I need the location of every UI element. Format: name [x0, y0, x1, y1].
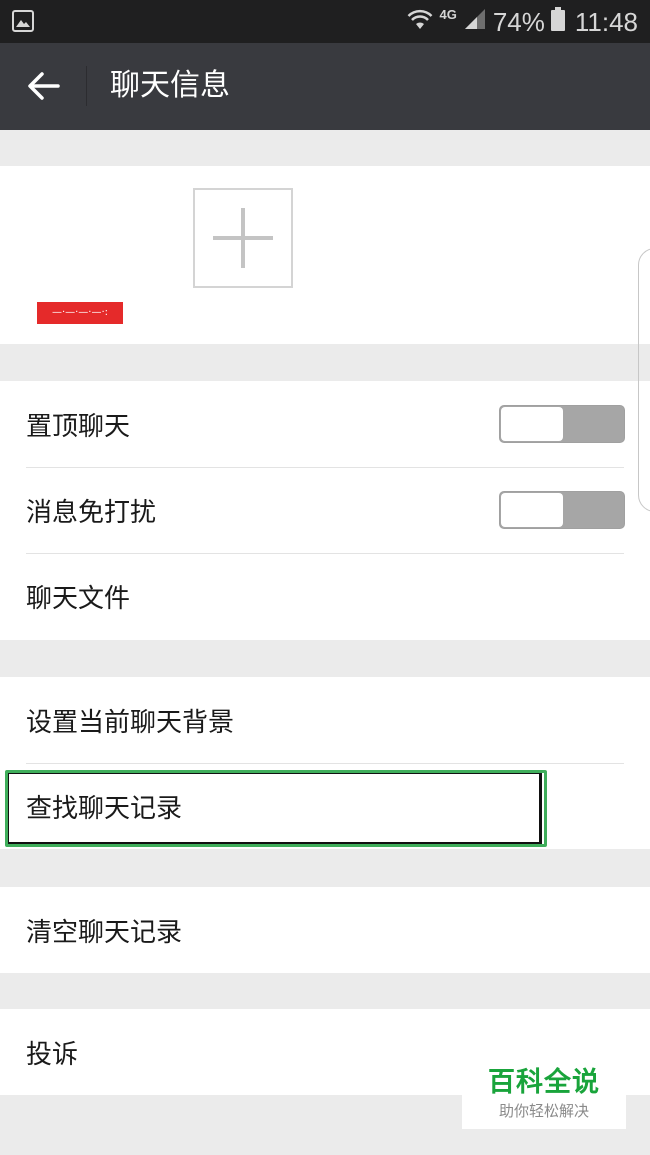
- clear-history-row[interactable]: 清空聊天记录: [0, 887, 650, 973]
- status-indicators: 4G 74% 11:48: [401, 6, 638, 38]
- clock: 11:48: [574, 6, 638, 37]
- set-background-row[interactable]: 设置当前聊天背景: [0, 677, 650, 763]
- member-name-redacted[interactable]: —·—·—·—·:: [37, 302, 123, 324]
- status-bar: 4G 74% 11:48: [0, 0, 650, 43]
- network-type-label: 4G: [439, 6, 457, 22]
- chat-files-label: 聊天文件: [26, 583, 131, 614]
- title-divider: [86, 66, 87, 106]
- page-title: 聊天信息: [110, 68, 230, 103]
- watermark-subtitle: 助你轻松解决: [498, 1102, 589, 1120]
- toggle-knob: [501, 407, 563, 441]
- chat-settings-section: 置顶聊天 消息免打扰 聊天文件: [0, 381, 650, 640]
- add-member-button[interactable]: [193, 188, 293, 288]
- report-label: 投诉: [26, 1039, 79, 1070]
- back-arrow-icon: [28, 72, 60, 100]
- mute-notifications-row: 消息免打扰: [0, 467, 650, 553]
- battery-icon: [550, 6, 565, 38]
- plus-icon: [213, 208, 273, 268]
- clear-history-section: 清空聊天记录: [0, 887, 650, 973]
- battery-percent: 74%: [492, 6, 545, 37]
- search-history-row[interactable]: 查找聊天记录: [0, 763, 650, 849]
- search-history-label: 查找聊天记录: [26, 793, 183, 824]
- mute-notifications-label: 消息免打扰: [26, 497, 157, 528]
- pin-chat-row: 置顶聊天: [0, 381, 650, 467]
- members-section: —·—·—·—·:: [0, 166, 650, 344]
- edge-scroll-handle: [638, 248, 650, 512]
- wifi-icon: [407, 7, 433, 38]
- title-bar: 聊天信息: [0, 43, 650, 130]
- back-button[interactable]: [22, 63, 68, 109]
- watermark-title: 百科全说: [488, 1067, 600, 1098]
- mute-notifications-toggle[interactable]: [499, 491, 625, 529]
- chat-files-row[interactable]: 聊天文件: [0, 553, 650, 639]
- chat-options-section: 设置当前聊天背景 查找聊天记录: [0, 677, 650, 849]
- signal-icon: [463, 7, 487, 38]
- pin-chat-toggle[interactable]: [499, 405, 625, 443]
- watermark-logo: 百科全说 助你轻松解决: [462, 1063, 626, 1129]
- pin-chat-label: 置顶聊天: [26, 411, 131, 442]
- gallery-notification-icon: [12, 10, 34, 36]
- clear-history-label: 清空聊天记录: [26, 917, 183, 948]
- toggle-knob: [501, 493, 563, 527]
- set-background-label: 设置当前聊天背景: [26, 707, 235, 738]
